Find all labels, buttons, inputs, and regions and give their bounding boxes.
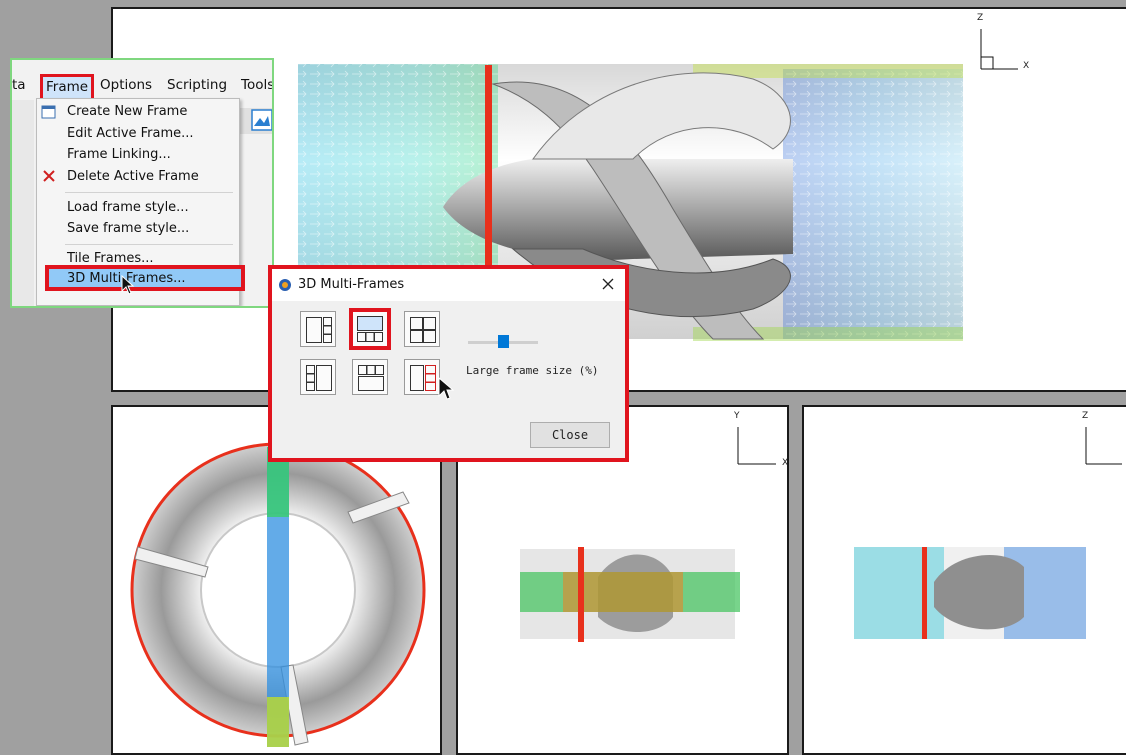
menu-tools[interactable]: Tools bbox=[241, 77, 272, 93]
menu-data-partial[interactable]: ta bbox=[12, 77, 26, 93]
menu-item-save-frame-style[interactable]: Save frame style... bbox=[67, 219, 189, 239]
menu-screenshot-panel: ta Frame Options Scripting Tools Create … bbox=[10, 58, 274, 308]
slider-label: Large frame size (%) bbox=[466, 364, 599, 377]
layout-button-5[interactable] bbox=[352, 359, 388, 395]
layout-button-4[interactable] bbox=[300, 359, 336, 395]
mouse-cursor-icon-2 bbox=[438, 377, 454, 401]
menu-item-frame-linking[interactable]: Frame Linking... bbox=[67, 145, 171, 165]
delete-x-icon bbox=[42, 169, 56, 183]
create-frame-icon bbox=[41, 104, 57, 120]
axis-triad-main bbox=[980, 29, 1018, 70]
frame-dropdown-menu: Create New Frame Edit Active Frame... Fr… bbox=[36, 98, 245, 306]
menu-options[interactable]: Options bbox=[100, 77, 152, 93]
menu-item-create-new-frame[interactable]: Create New Frame bbox=[67, 102, 187, 122]
menu-item-load-frame-style[interactable]: Load frame style... bbox=[67, 198, 189, 218]
multi-frames-dialog: 3D Multi-Frames Large frame size (%) Clo… bbox=[268, 265, 629, 462]
menu-separator bbox=[65, 192, 233, 193]
menu-bar: ta Frame Options Scripting Tools bbox=[12, 74, 272, 104]
axis-label-z2: Z bbox=[1082, 411, 1089, 421]
axis-triad-xy bbox=[737, 427, 776, 465]
dialog-titlebar: 3D Multi-Frames bbox=[272, 269, 625, 301]
dialog-title: 3D Multi-Frames bbox=[298, 277, 405, 292]
app-logo-icon bbox=[278, 278, 292, 292]
layout-button-1[interactable] bbox=[300, 311, 336, 347]
bottom-right-frame[interactable]: Z bbox=[802, 405, 1126, 755]
axis-triad-xz bbox=[1085, 427, 1122, 465]
menu-scripting[interactable]: Scripting bbox=[167, 77, 227, 93]
close-button[interactable]: Close bbox=[530, 422, 610, 448]
menu-item-delete-active-frame[interactable]: Delete Active Frame bbox=[67, 167, 199, 187]
menu-item-edit-active-frame[interactable]: Edit Active Frame... bbox=[67, 124, 194, 144]
frame-size-slider-thumb[interactable] bbox=[498, 335, 509, 348]
axis-label-z: Z bbox=[977, 13, 984, 23]
axis-label-x: X bbox=[1023, 61, 1030, 71]
axis-label-y: Y bbox=[734, 411, 740, 421]
close-x-icon[interactable] bbox=[598, 274, 618, 294]
layout-button-6[interactable] bbox=[404, 359, 440, 395]
side-toolbar bbox=[12, 100, 34, 306]
menu-separator bbox=[65, 244, 233, 245]
layout-button-3[interactable] bbox=[404, 311, 440, 347]
layout-button-2-selected[interactable] bbox=[349, 308, 391, 350]
mouse-cursor-icon bbox=[121, 275, 135, 295]
toolbar-image-icon[interactable] bbox=[238, 108, 272, 134]
bottom-right-plot bbox=[854, 427, 1122, 639]
